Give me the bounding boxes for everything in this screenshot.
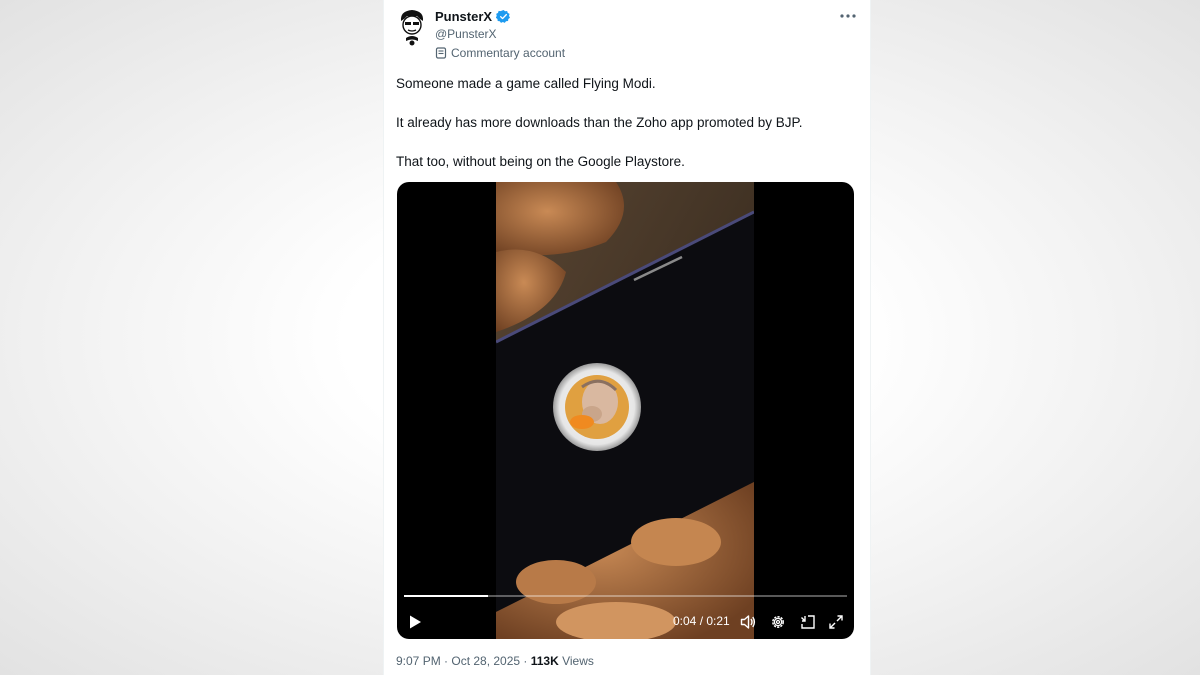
- verified-badge-icon: [496, 9, 511, 23]
- time-separator: /: [696, 614, 707, 628]
- author-name-row: PunsterX: [435, 9, 511, 24]
- video-frame: [496, 182, 754, 639]
- fullscreen-icon[interactable]: [828, 614, 844, 630]
- post-text-line: It already has more downloads than the Z…: [396, 115, 803, 130]
- post-text-line: Someone made a game called Flying Modi.: [396, 76, 656, 91]
- post-text-line: That too, without being on the Google Pl…: [396, 154, 685, 169]
- volume-icon[interactable]: [740, 614, 756, 630]
- current-time: 0:04: [673, 614, 697, 628]
- avatar[interactable]: [396, 7, 428, 47]
- more-dots-icon[interactable]: [838, 8, 858, 24]
- gear-icon[interactable]: [770, 614, 786, 630]
- account-label: Commentary account: [435, 46, 565, 60]
- video-progress-fill: [404, 595, 489, 597]
- views-label: Views: [558, 654, 594, 668]
- post-meta: 9:07 PM · Oct 28, 2025 · 113K Views: [396, 654, 594, 668]
- account-label-text: Commentary account: [451, 46, 566, 60]
- play-icon[interactable]: [407, 614, 423, 630]
- government-badge-icon: [435, 47, 447, 59]
- views-count: 113K: [530, 654, 559, 668]
- video-progress-bar[interactable]: [404, 595, 847, 597]
- video-player[interactable]: 0:04 / 0:21: [397, 182, 854, 639]
- exit-video-icon[interactable]: [800, 614, 816, 630]
- author-handle[interactable]: @PunsterX: [435, 27, 497, 41]
- duration: 0:21: [706, 614, 730, 628]
- video-time: 0:04 / 0:21: [673, 614, 730, 628]
- author-display-name[interactable]: PunsterX: [435, 9, 492, 24]
- post-timestamp[interactable]: 9:07 PM · Oct 28, 2025 ·: [396, 654, 531, 668]
